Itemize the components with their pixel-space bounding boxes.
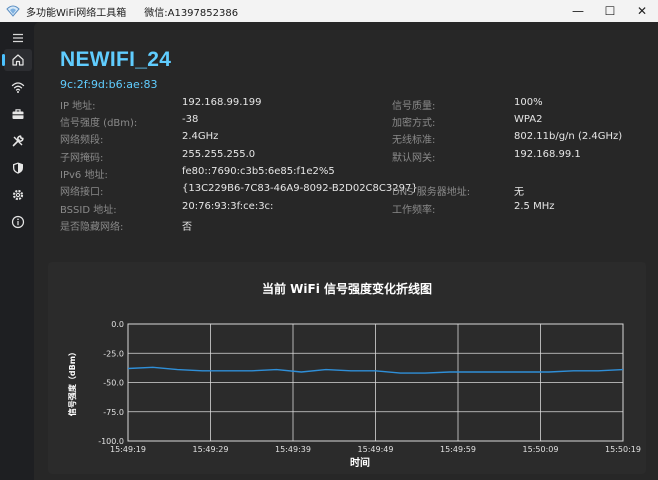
- chart-x-tick-label: 15:50:09: [523, 445, 559, 454]
- info-row-frequency: 工作频率:: [392, 205, 436, 216]
- sidebar: [0, 22, 34, 480]
- chart-y-tick-label: -50.0: [103, 379, 124, 388]
- info-value-subnet: 255.255.255.0: [182, 149, 256, 160]
- info-value-quality: 100%: [514, 97, 543, 108]
- chart-y-tick-label: 0.0: [111, 320, 124, 329]
- info-row-interface: 网络接口:: [60, 187, 104, 198]
- minimize-button[interactable]: —: [562, 0, 594, 22]
- hamburger-menu-icon: [13, 33, 23, 43]
- sidebar-item-wifi[interactable]: [4, 76, 32, 98]
- info-value-encryption: WPA2: [514, 114, 543, 125]
- info-value-gateway: 192.168.99.1: [514, 149, 581, 160]
- network-ssid: NEWIFI_24: [60, 48, 172, 71]
- info-row-quality: 信号质量:: [392, 101, 436, 112]
- close-button[interactable]: ✕: [626, 0, 658, 22]
- chart-x-tick-label: 15:49:49: [358, 445, 394, 454]
- chart-x-tick-label: 15:49:19: [110, 445, 146, 454]
- chart-y-axis-label: 信号强度（dBm）: [67, 348, 77, 416]
- info-row-encryption: 加密方式:: [392, 118, 436, 129]
- tools-icon: [12, 135, 24, 147]
- signal-line-chart: 当前 WiFi 信号强度变化折线图 时间 信号强度（dBm） 15:49:19 1…: [67, 281, 641, 469]
- network-mac-address: 9c:2f:9d:b6:ae:83: [60, 78, 158, 91]
- wifi-icon: [11, 82, 25, 93]
- sidebar-item-security[interactable]: [4, 157, 32, 179]
- gear-icon: [12, 189, 24, 201]
- home-icon: [12, 54, 24, 66]
- info-row-gateway: 默认网关:: [392, 153, 436, 164]
- chart-y-tick-label: -75.0: [103, 408, 124, 417]
- info-row-subnet: 子网掩码:: [60, 153, 104, 164]
- maximize-icon: ☐: [604, 4, 616, 18]
- info-value-standard: 802.11b/g/n (2.4GHz): [514, 131, 623, 142]
- chart-x-axis-label: 时间: [350, 456, 370, 469]
- info-row-hidden: 是否隐藏网络:: [60, 222, 124, 233]
- info-row-standard: 无线标准:: [392, 135, 436, 146]
- title-bar: 多功能WiFi网络工具箱 微信:A1397852386 — ☐ ✕: [0, 0, 658, 22]
- chart-y-tick-label: -25.0: [103, 349, 124, 358]
- info-row-dns: DNS 服务器地址:: [392, 187, 471, 198]
- sidebar-item-settings[interactable]: [4, 184, 32, 206]
- info-value-ipv6: fe80::7690:c3b5:6e85:f1e2%5: [182, 166, 335, 177]
- main-panel: NEWIFI_24 9c:2f:9d:b6:ae:83 IP 地址: 192.1…: [34, 22, 658, 480]
- info-value-bssid: 20:76:93:3f:ce:3c:: [182, 201, 274, 212]
- sidebar-item-about[interactable]: [4, 211, 32, 233]
- chart-x-tick-label: 15:49:29: [193, 445, 229, 454]
- app-logo-icon: [6, 5, 20, 17]
- menu-toggle-button[interactable]: [4, 27, 32, 49]
- sidebar-item-home[interactable]: [2, 49, 32, 71]
- info-row-bssid: BSSID 地址:: [60, 205, 117, 216]
- close-icon: ✕: [636, 4, 648, 18]
- chart-title: 当前 WiFi 信号强度变化折线图: [262, 281, 432, 296]
- maximize-button[interactable]: ☐: [594, 0, 626, 22]
- info-value-signal-dbm: -38: [182, 114, 199, 125]
- info-value-band: 2.4GHz: [182, 131, 219, 142]
- signal-chart-card: 当前 WiFi 信号强度变化折线图 时间 信号强度（dBm） 15:49:19 1…: [48, 262, 646, 474]
- info-label: IP 地址:: [60, 101, 96, 112]
- info-value-hidden: 否: [182, 222, 192, 233]
- info-row-band: 网络频段:: [60, 135, 104, 146]
- chart-x-tick-label: 15:49:59: [440, 445, 476, 454]
- contact-text: 微信:A1397852386: [144, 7, 239, 19]
- minimize-icon: —: [572, 4, 584, 18]
- info-row-signal-dbm: 信号强度 (dBm):: [60, 118, 138, 129]
- app-title: 多功能WiFi网络工具箱: [26, 7, 127, 19]
- info-value-frequency: 2.5 MHz: [514, 201, 555, 212]
- chart-x-tick-label: 15:50:19: [605, 445, 641, 454]
- shield-icon: [13, 162, 23, 174]
- sidebar-item-tools[interactable]: [4, 130, 32, 152]
- chart-x-tick-label: 15:49:39: [275, 445, 311, 454]
- info-row-ip: IP 地址:: [60, 97, 96, 112]
- info-row-ipv6: IPv6 地址:: [60, 170, 108, 181]
- toolbox-icon: [12, 109, 24, 119]
- info-value-dns: 无: [514, 187, 524, 198]
- info-icon: [11, 215, 25, 229]
- sidebar-item-toolbox[interactable]: [4, 103, 32, 125]
- info-value-ip: 192.168.99.199: [182, 97, 262, 108]
- chart-y-tick-label: -100.0: [98, 437, 124, 446]
- info-value-interface: {13C229B6-7C83-46A9-8092-B2D02C8C3297}: [182, 183, 418, 194]
